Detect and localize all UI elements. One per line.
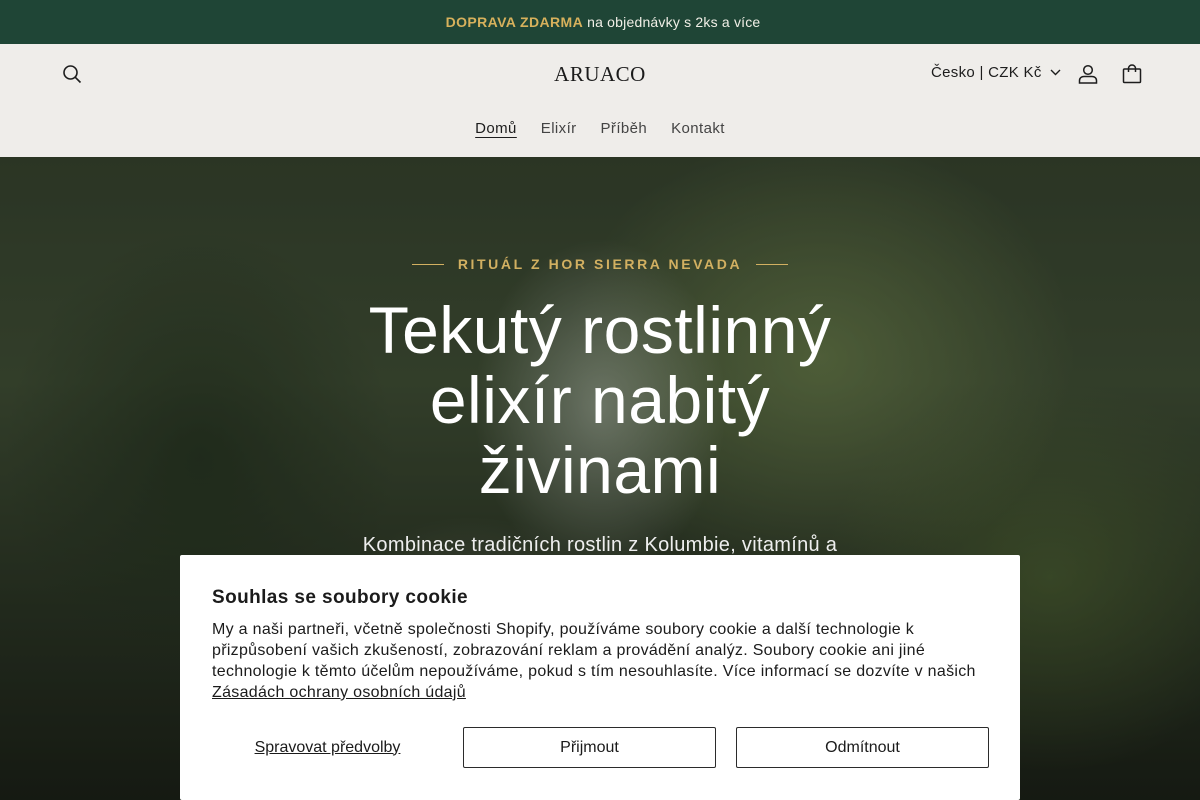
locale-selector[interactable]: Česko | CZK Kč — [931, 64, 1061, 81]
cart-button[interactable] — [1116, 58, 1148, 90]
cookie-actions: Spravovat předvolby Přijmout Odmítnout — [212, 727, 989, 768]
site-header: ARUACO Česko | CZK Kč Domů Elixír Příběh… — [0, 44, 1200, 157]
hero-headline-line-1: Tekutý rostlinný — [368, 293, 832, 367]
main-nav: Domů Elixír Příběh Kontakt — [0, 120, 1200, 137]
manage-preferences-button[interactable]: Spravovat předvolby — [212, 727, 443, 768]
hero-subline: Kombinace tradičních rostlin z Kolumbie,… — [362, 534, 838, 556]
decline-button[interactable]: Odmítnout — [736, 727, 989, 768]
account-icon — [1078, 64, 1098, 84]
cookie-body: My a naši partneři, včetně společnosti S… — [212, 619, 988, 703]
hero-headline-line-2: elixír nabitý — [429, 363, 771, 437]
nav-item-elixir[interactable]: Elixír — [541, 120, 577, 137]
cookie-consent-dialog: Souhlas se soubory cookie My a naši part… — [180, 555, 1020, 800]
hero-headline-line-3: živinami — [478, 433, 722, 507]
nav-item-kontakt[interactable]: Kontakt — [671, 120, 725, 137]
search-icon — [63, 65, 82, 84]
hero-eyebrow-text: RITUÁL Z HOR SIERRA NEVADA — [457, 256, 743, 272]
privacy-policy-link[interactable]: Zásadách ochrany osobních údajů — [212, 684, 466, 701]
hero-eyebrow: RITUÁL Z HOR SIERRA NEVADA — [0, 256, 1200, 272]
announcement-bar: DOPRAVA ZDARMA na objednávky s 2ks a víc… — [0, 0, 1200, 44]
announcement-text: na objednávky s 2ks a více — [587, 14, 761, 30]
announcement-highlight: DOPRAVA ZDARMA — [445, 14, 584, 30]
eyebrow-line-right — [756, 263, 789, 265]
nav-item-pribeh[interactable]: Příběh — [601, 120, 648, 137]
locale-label: Česko | CZK Kč — [931, 64, 1042, 81]
account-button[interactable] — [1072, 58, 1104, 90]
accept-button[interactable]: Přijmout — [463, 727, 716, 768]
nav-item-domu[interactable]: Domů — [475, 120, 517, 137]
cookie-body-text: My a naši partneři, včetně společnosti S… — [212, 621, 976, 680]
eyebrow-line-left — [411, 263, 444, 265]
logo[interactable]: ARUACO — [554, 62, 646, 86]
hero-headline: Tekutý rostlinný elixír nabitý živinami — [330, 295, 870, 505]
chevron-down-icon — [1050, 69, 1061, 76]
cookie-title: Souhlas se soubory cookie — [212, 587, 469, 608]
cart-icon — [1122, 64, 1142, 84]
search-button[interactable] — [56, 58, 88, 90]
